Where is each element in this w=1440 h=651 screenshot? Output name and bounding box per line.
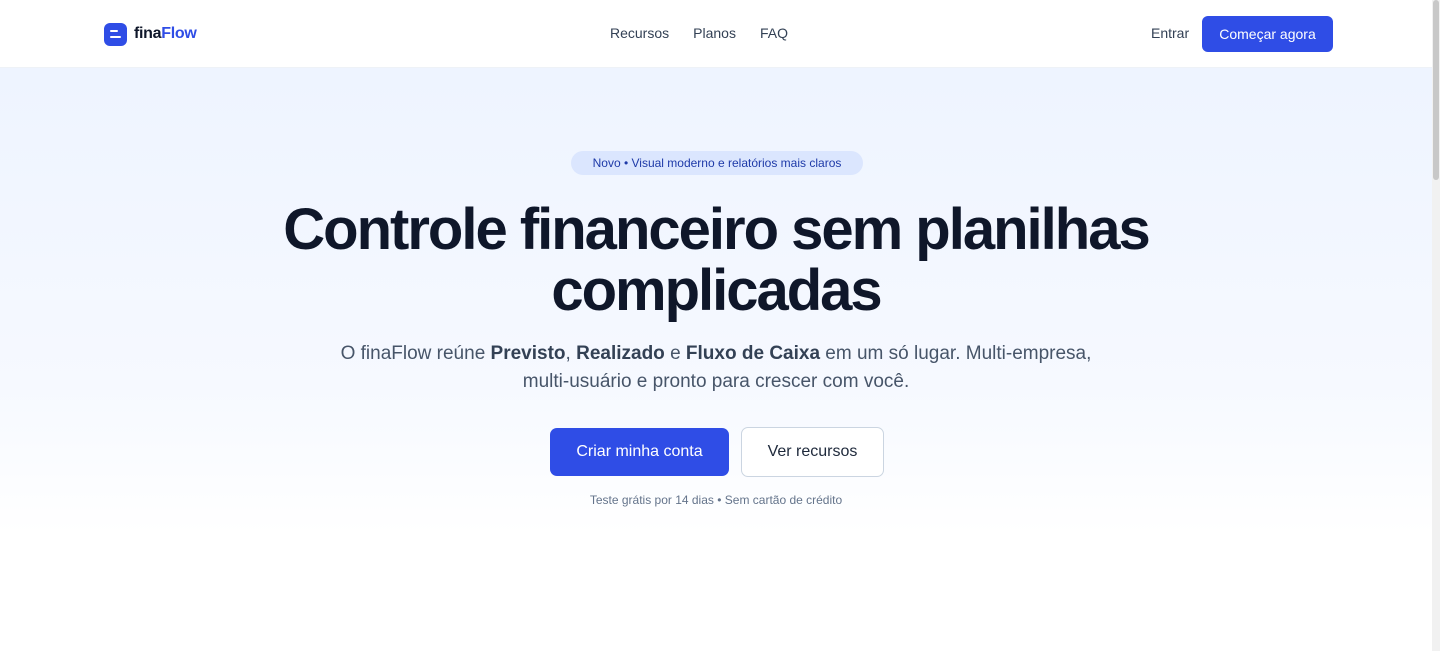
- announcement-badge: Novo • Visual moderno e relatórios mais …: [571, 151, 863, 175]
- finaflow-logo-icon: [104, 22, 127, 46]
- page-scrollbar[interactable]: [1432, 0, 1440, 651]
- hero-headline: Controle financeiro sem planilhas compli…: [216, 199, 1216, 321]
- nav-link-planos[interactable]: Planos: [693, 25, 736, 41]
- subtitle-bold-previsto: Previsto: [490, 343, 566, 364]
- scrollbar-thumb[interactable]: [1433, 0, 1439, 180]
- hero-headline-line1: Controle financeiro sem planilhas: [283, 197, 1150, 262]
- landing-page: finaFlow Recursos Planos FAQ Entrar Come…: [0, 0, 1432, 651]
- start-now-button[interactable]: Começar agora: [1202, 16, 1333, 52]
- hero-headline-line2: complicadas: [551, 258, 882, 323]
- brand-name: finaFlow: [134, 25, 197, 43]
- subtitle-text-1: O finaFlow reúne: [340, 343, 491, 364]
- main-nav: Recursos Planos FAQ: [610, 25, 788, 41]
- hero-section: Novo • Visual moderno e relatórios mais …: [0, 68, 1432, 651]
- create-account-button[interactable]: Criar minha conta: [550, 428, 729, 476]
- subtitle-text-2: ,: [565, 343, 577, 364]
- trial-note: Teste grátis por 14 dias • Sem cartão de…: [589, 493, 843, 507]
- subtitle-text-3: e: [664, 343, 686, 364]
- nav-link-faq[interactable]: FAQ: [760, 25, 788, 41]
- login-link[interactable]: Entrar: [1151, 25, 1189, 41]
- subtitle-bold-fluxo: Fluxo de Caixa: [685, 343, 821, 364]
- view-features-button[interactable]: Ver recursos: [741, 427, 884, 477]
- hero-subtitle: O finaFlow reúne Previsto, Realizado e F…: [316, 340, 1116, 396]
- top-navbar: finaFlow Recursos Planos FAQ Entrar Come…: [0, 0, 1432, 68]
- brand-name-part2: Flow: [161, 25, 197, 42]
- nav-link-recursos[interactable]: Recursos: [610, 25, 669, 41]
- subtitle-bold-realizado: Realizado: [576, 343, 665, 364]
- brand-logo[interactable]: finaFlow: [104, 22, 197, 46]
- subtitle-text-5: multi-usuário e pronto para crescer com …: [522, 371, 910, 392]
- brand-name-part1: fina: [134, 25, 162, 42]
- subtitle-text-4: em um só lugar. Multi-empresa,: [820, 343, 1092, 364]
